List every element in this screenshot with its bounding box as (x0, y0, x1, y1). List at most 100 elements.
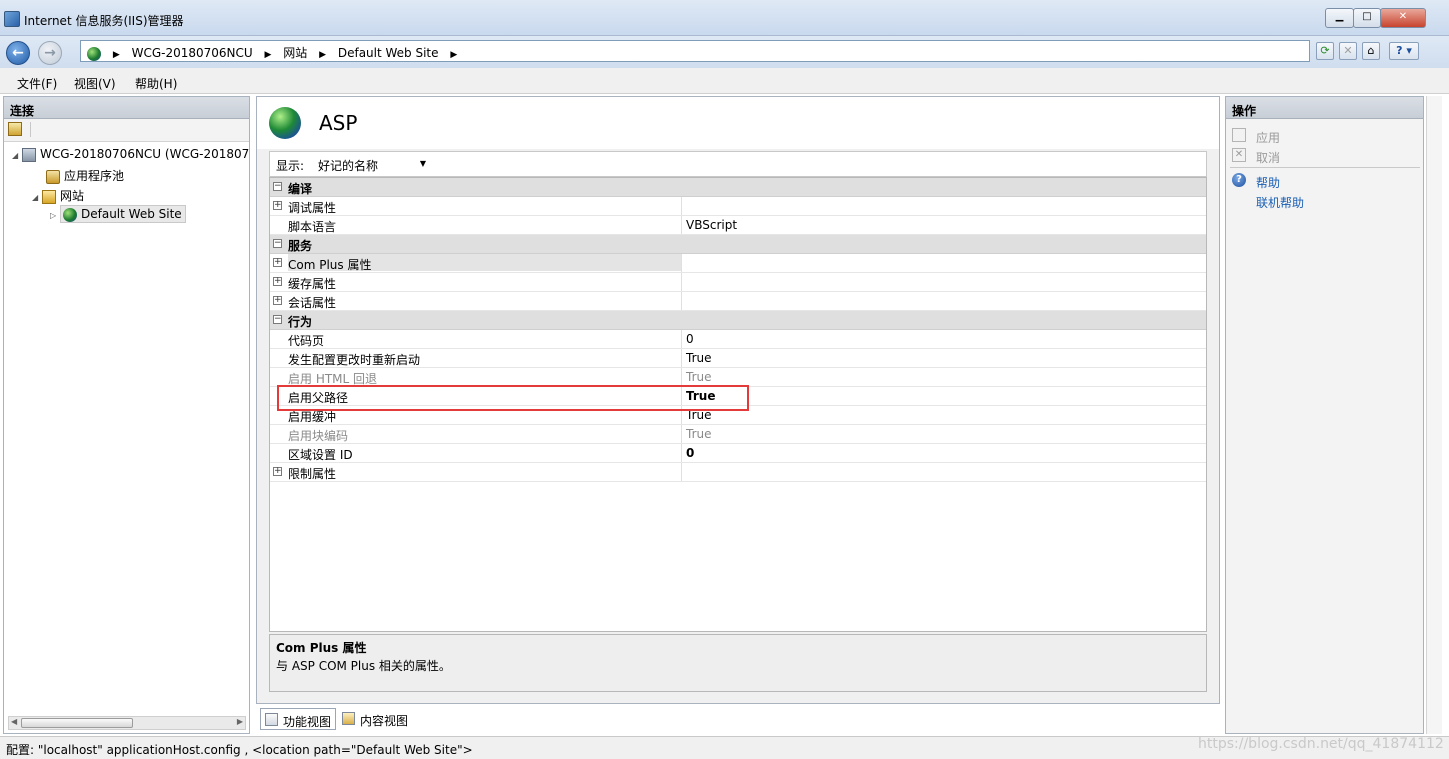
actions-pane: 操作 应用 ✕ 取消 ? 帮助 联机帮助 (1225, 96, 1424, 734)
tab-features-label: 功能视图 (283, 715, 332, 729)
expand-icon[interactable]: + (273, 277, 282, 286)
create-connection-icon[interactable] (8, 122, 22, 136)
grid-row-value[interactable]: 0 (681, 444, 1206, 462)
grid-row-value[interactable]: True (681, 425, 1206, 443)
tab-features-view[interactable]: 功能视图 (260, 708, 337, 730)
grid-property-row[interactable]: 脚本语言 VBScript (270, 216, 1206, 235)
scroll-right-icon[interactable]: ▶ (237, 717, 243, 726)
grid-row-name: 行为 (288, 315, 313, 329)
status-bar: 配置: "localhost" applicationHost.config ,… (0, 736, 1449, 759)
menu-bar: 文件(F) 视图(V) 帮助(H) (0, 68, 1449, 94)
grid-row-value[interactable] (681, 254, 1206, 272)
chevron-right-icon[interactable]: ▶ (265, 50, 272, 60)
grid-property-row[interactable]: + 缓存属性 (270, 273, 1206, 292)
chevron-right-icon[interactable]: ▶ (450, 50, 457, 60)
grid-row-name: 会话属性 (288, 296, 337, 310)
grid-property-row[interactable]: + 会话属性 (270, 292, 1206, 311)
display-bar: 显示: 好记的名称 ▼ (269, 151, 1207, 177)
display-mode-select[interactable]: 好记的名称 ▼ (314, 154, 430, 174)
breadcrumb-server[interactable]: WCG-20180706NCU (132, 46, 253, 60)
tree-node-app-pools[interactable]: 应用程序池 (46, 167, 124, 185)
back-button[interactable]: ← (6, 41, 30, 65)
tree-node-sites[interactable]: ◢ 网站 (32, 187, 84, 205)
expand-icon[interactable]: + (273, 201, 282, 210)
help-dropdown-icon[interactable]: ? ▾ (1389, 42, 1419, 60)
grid-row-name: 调试属性 (288, 201, 337, 215)
grid-row-value[interactable]: True (681, 387, 1206, 405)
grid-row-name: 脚本语言 (288, 220, 337, 234)
grid-property-row[interactable]: + 调试属性 (270, 197, 1206, 216)
help-link[interactable]: 帮助 (1256, 174, 1280, 191)
chevron-right-icon[interactable]: ▶ (319, 50, 326, 60)
grid-row-name: 启用块编码 (288, 429, 349, 443)
tree-node-default-site-label: Default Web Site (81, 207, 182, 221)
grid-row-value[interactable] (681, 292, 1206, 310)
grid-row-value[interactable]: True (681, 349, 1206, 367)
grid-property-row[interactable]: + 限制属性 (270, 463, 1206, 482)
close-button[interactable]: ✕ (1380, 8, 1426, 28)
grid-row-value[interactable] (681, 273, 1206, 291)
expand-icon[interactable]: + (273, 258, 282, 267)
collapse-icon[interactable]: − (273, 239, 282, 248)
grid-category-row[interactable]: − 服务 (270, 235, 1206, 254)
grid-property-row[interactable]: 代码页 0 (270, 330, 1206, 349)
grid-row-value[interactable]: VBScript (681, 216, 1206, 234)
chevron-down-icon: ▼ (419, 159, 426, 168)
asp-globe-icon (269, 107, 301, 139)
expand-triangle-icon[interactable]: ◢ (32, 193, 42, 202)
tree-node-server[interactable]: ◢ WCG-20180706NCU (WCG-201807 (12, 147, 249, 165)
expand-triangle-icon[interactable]: ◢ (12, 151, 22, 160)
collapse-icon[interactable]: − (273, 315, 282, 324)
scrollbar-thumb[interactable] (21, 718, 133, 728)
apply-icon (1232, 128, 1246, 142)
grid-row-value[interactable] (681, 463, 1206, 481)
grid-property-row[interactable]: 发生配置更改时重新启动 True (270, 349, 1206, 368)
collapse-icon[interactable]: − (273, 182, 282, 191)
tab-content-view[interactable]: 内容视图 (338, 708, 412, 730)
feature-header: ASP (257, 97, 1219, 149)
cancel-action[interactable]: 取消 (1256, 149, 1280, 166)
cancel-icon: ✕ (1232, 148, 1246, 162)
minimize-button[interactable]: ▁ (1325, 8, 1354, 28)
address-bar[interactable]: ▶ WCG-20180706NCU ▶ 网站 ▶ Default Web Sit… (80, 40, 1310, 62)
grid-row-value[interactable]: True (681, 406, 1206, 424)
grid-category-row[interactable]: − 行为 (270, 311, 1206, 330)
online-help-link[interactable]: 联机帮助 (1256, 194, 1304, 211)
connections-header: 连接 (4, 97, 249, 119)
grid-row-value[interactable]: True (681, 368, 1206, 386)
tree-node-server-label: WCG-20180706NCU (WCG-201807 (40, 147, 250, 161)
expand-icon[interactable]: + (273, 296, 282, 305)
grid-row-name: Com Plus 属性 (288, 254, 681, 272)
connections-toolbar (4, 119, 249, 142)
page-title: ASP (319, 111, 358, 135)
description-box: Com Plus 属性 与 ASP COM Plus 相关的属性。 (269, 634, 1207, 692)
menu-view[interactable]: 视图(V) (74, 75, 116, 92)
grid-category-row[interactable]: − 编译 (270, 178, 1206, 197)
apply-action[interactable]: 应用 (1256, 129, 1280, 146)
refresh-icon[interactable]: ⟳ (1316, 42, 1334, 60)
breadcrumb-sites[interactable]: 网站 (283, 46, 307, 60)
breadcrumb-site[interactable]: Default Web Site (338, 46, 439, 60)
stop-icon[interactable]: ✕ (1339, 42, 1357, 60)
navigation-bar: ← → ▶ WCG-20180706NCU ▶ 网站 ▶ Default Web… (0, 36, 1449, 68)
grid-row-value[interactable]: 0 (681, 330, 1206, 348)
grid-row-name: 缓存属性 (288, 277, 337, 291)
collapsed-triangle-icon[interactable]: ▷ (50, 211, 60, 220)
maximize-button[interactable]: □ (1353, 8, 1381, 28)
grid-property-row[interactable]: 区域设置 ID 0 (270, 444, 1206, 463)
features-view-icon (265, 713, 278, 726)
grid-property-row[interactable]: 启用块编码 True (270, 425, 1206, 444)
grid-property-row[interactable]: + Com Plus 属性 (270, 254, 1206, 273)
vertical-scrollbar[interactable] (1426, 96, 1442, 734)
home-icon[interactable]: ⌂ (1362, 42, 1380, 60)
scroll-left-icon[interactable]: ◀ (11, 717, 17, 726)
expand-icon[interactable]: + (273, 467, 282, 476)
menu-help[interactable]: 帮助(H) (135, 75, 177, 92)
tree-node-default-site[interactable]: ▷ Default Web Site (50, 205, 186, 225)
forward-button[interactable]: → (38, 41, 62, 65)
horizontal-scrollbar[interactable]: ◀ ▶ (8, 716, 246, 730)
chevron-right-icon[interactable]: ▶ (113, 50, 120, 60)
menu-file[interactable]: 文件(F) (17, 75, 57, 92)
grid-row-value[interactable] (681, 197, 1206, 215)
globe-icon (87, 46, 101, 61)
